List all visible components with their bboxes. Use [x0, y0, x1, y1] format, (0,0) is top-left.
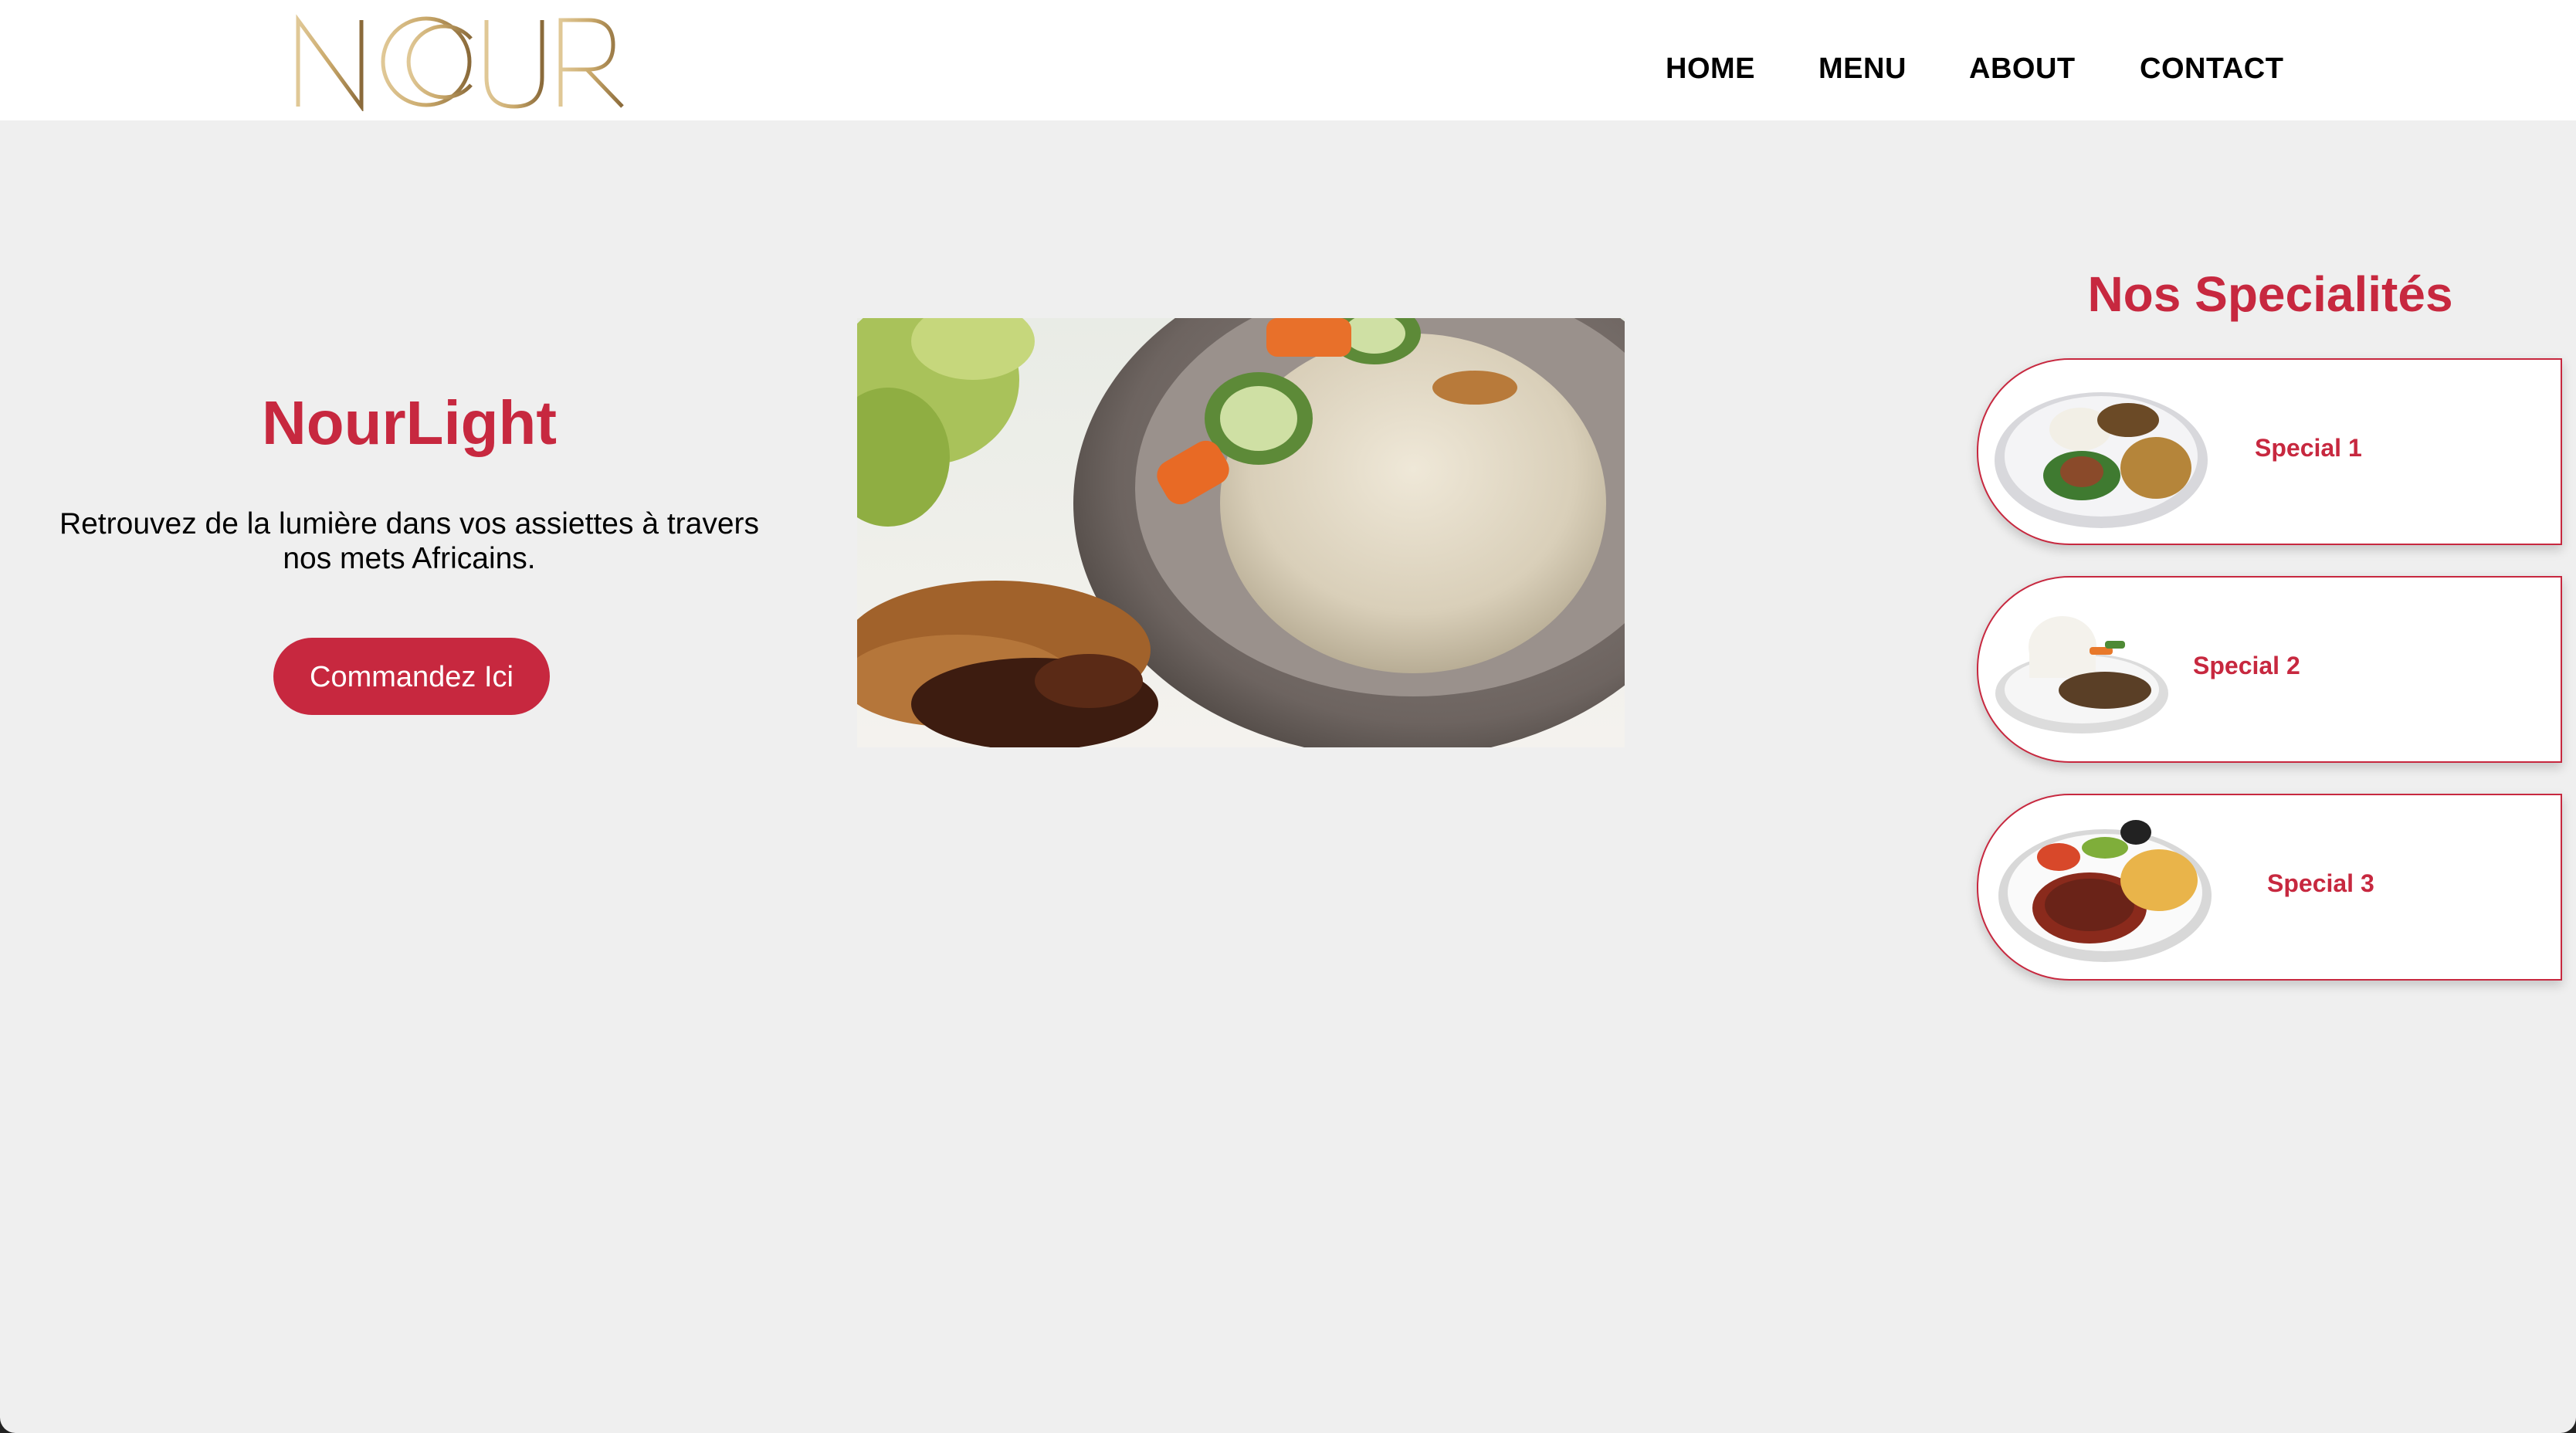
special-card-2[interactable]: Special 2: [1977, 576, 2562, 763]
nour-logo[interactable]: [293, 11, 633, 113]
plate-rice-beans-image: [1989, 375, 2213, 530]
special-card-1[interactable]: Special 1: [1977, 358, 2562, 545]
special-label-1: Special 1: [2255, 434, 2362, 462]
hero-description: Retrouvez de la lumière dans vos assiett…: [59, 507, 760, 575]
special-label-3: Special 3: [2267, 869, 2374, 897]
nav-about[interactable]: ABOUT: [1969, 53, 2076, 86]
plate-rice-meat-image: [1989, 593, 2213, 747]
special-label-2: Special 2: [2193, 652, 2300, 679]
page: HOME MENU ABOUT CONTACT NourLight Retrou…: [0, 0, 2576, 1433]
nav-home[interactable]: HOME: [1666, 53, 1755, 86]
nav-contact[interactable]: CONTACT: [2140, 53, 2283, 86]
special-card-3[interactable]: Special 3: [1977, 794, 2562, 981]
site-header: HOME MENU ABOUT CONTACT: [0, 0, 2576, 120]
specials-title: Nos Specialités: [2087, 266, 2453, 322]
order-button[interactable]: Commandez Ici: [273, 638, 550, 715]
hero-title: NourLight: [261, 388, 558, 457]
plate-stew-image: [1989, 811, 2213, 965]
nav-menu[interactable]: MENU: [1818, 53, 1907, 86]
rice-dish-image: [857, 318, 1625, 747]
